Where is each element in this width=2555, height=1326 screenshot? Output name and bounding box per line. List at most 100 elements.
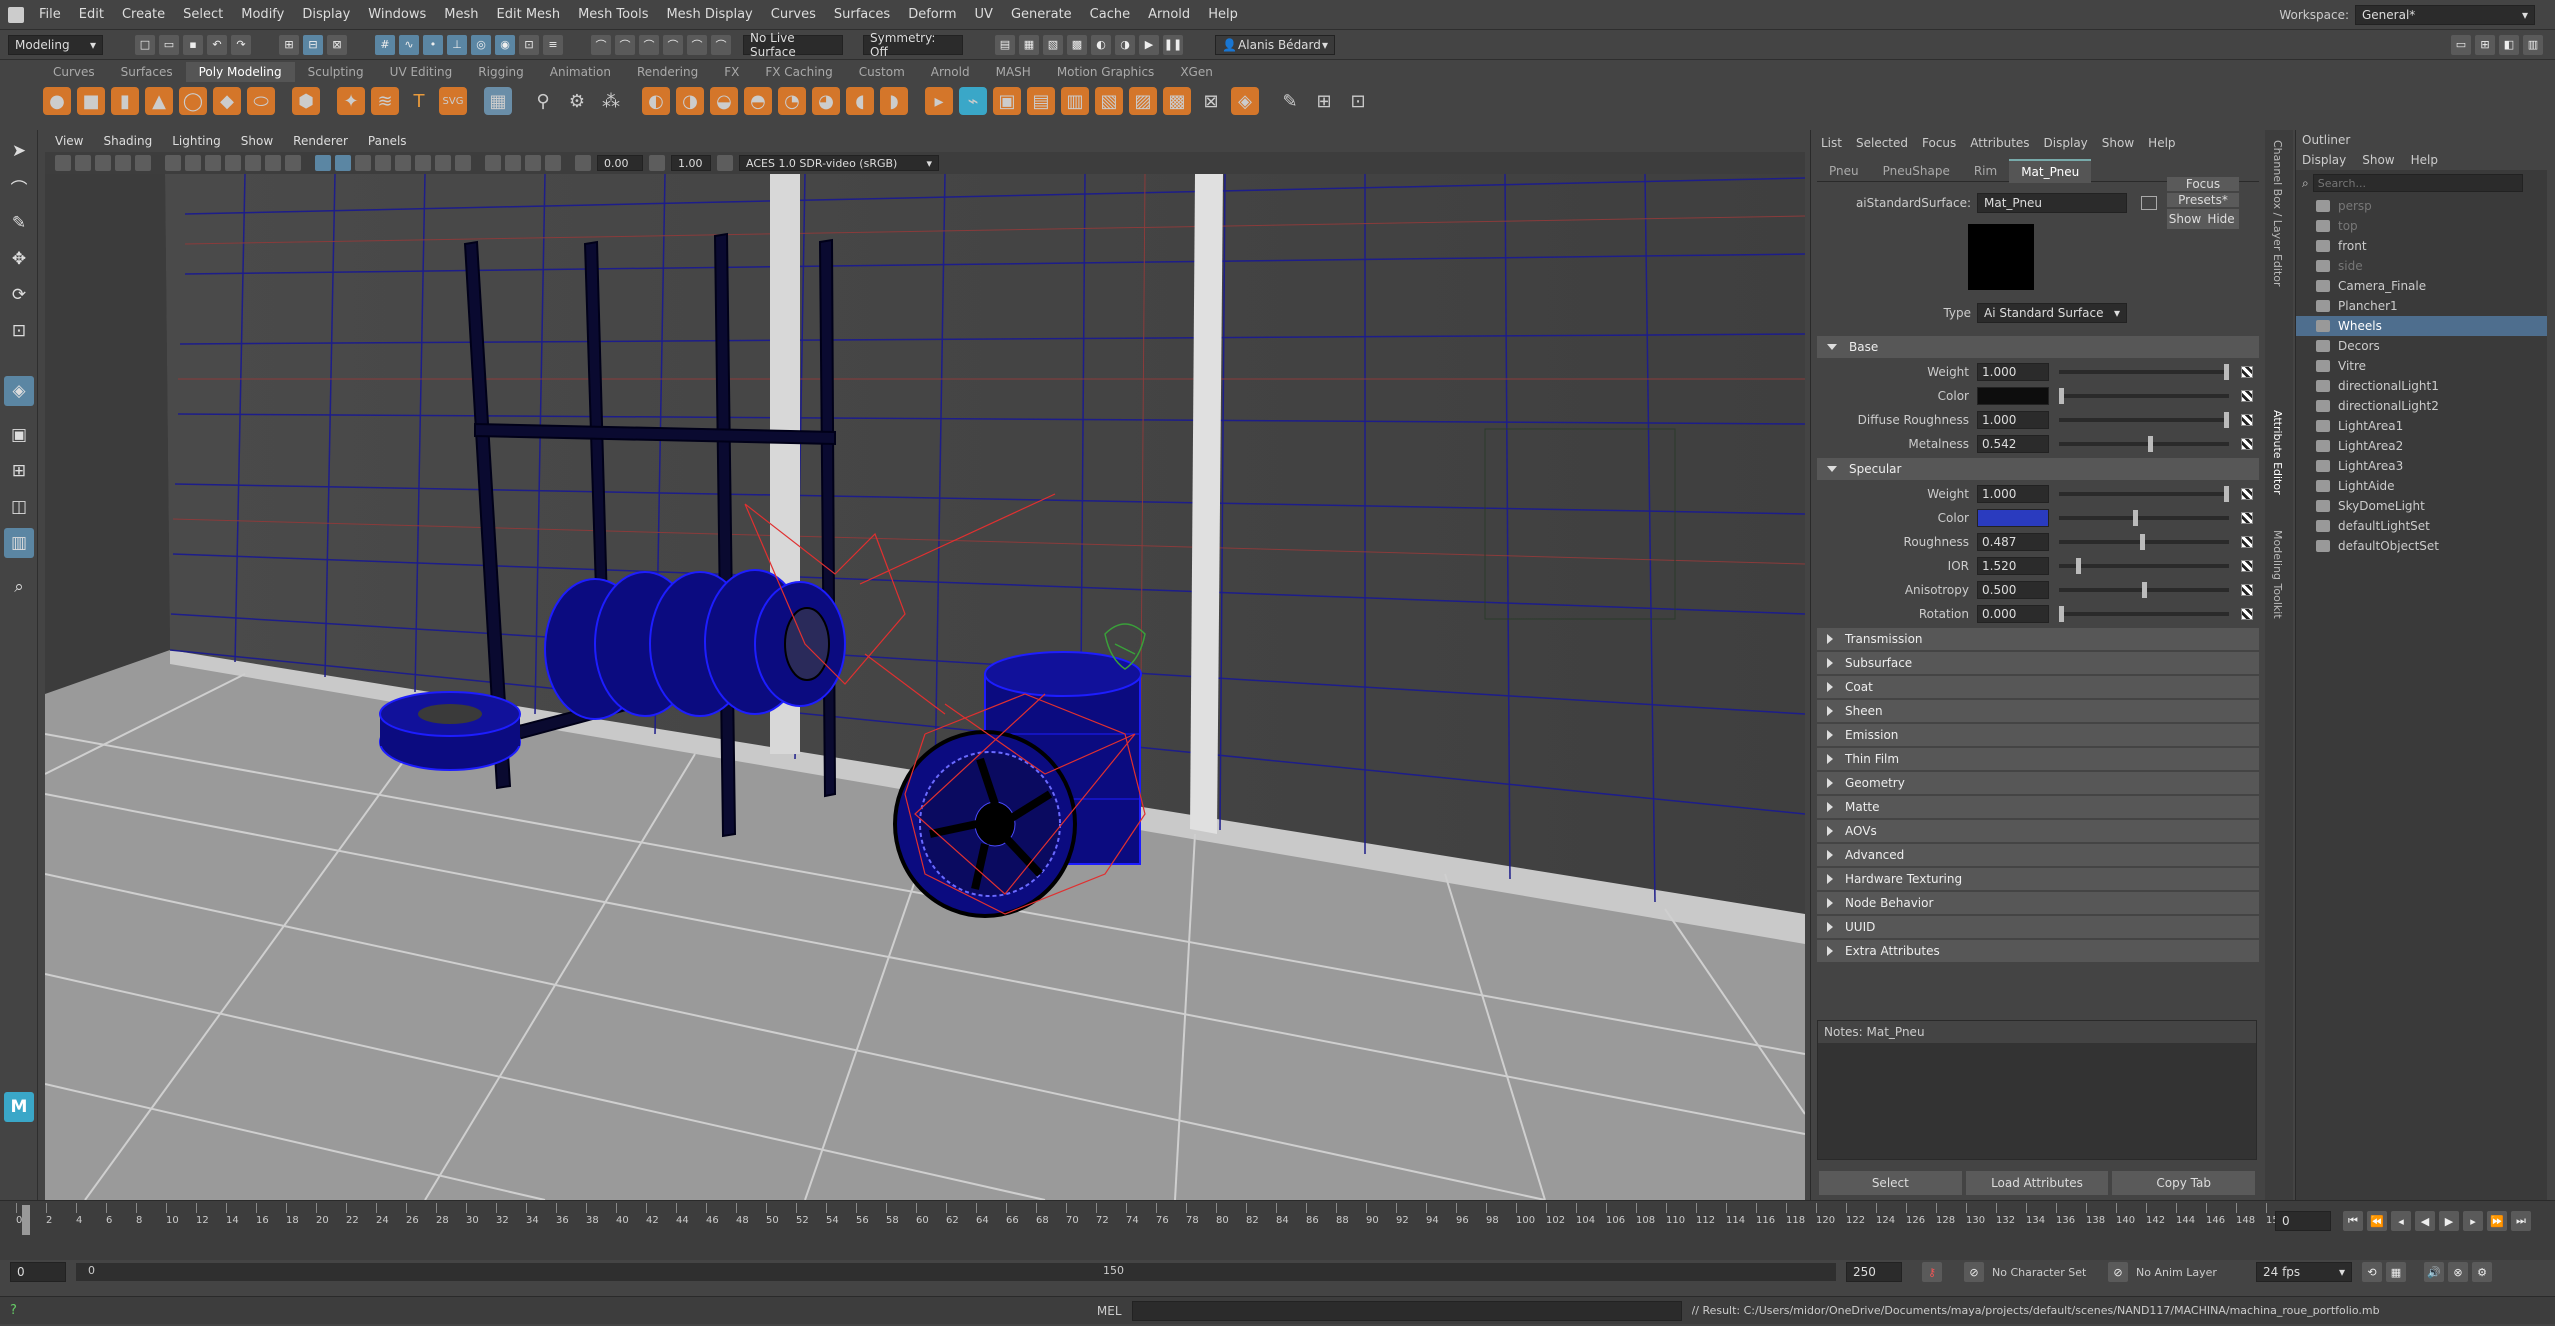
slider-handle[interactable] (2075, 558, 2081, 574)
shelf-tab-fx-caching[interactable]: FX Caching (752, 62, 845, 82)
map-button-icon[interactable] (2241, 536, 2253, 548)
section-transmission[interactable]: Transmission (1817, 628, 2259, 650)
anim-layer-value[interactable]: No Anim Layer (2136, 1266, 2236, 1279)
outliner-item[interactable]: Camera_Finale (2296, 276, 2547, 296)
separate-icon[interactable]: ⚙ (563, 87, 591, 115)
type-tool-icon[interactable]: T (405, 87, 433, 115)
search-icon[interactable]: ⌕ (4, 572, 34, 602)
render-view-icon[interactable]: ▤ (995, 34, 1015, 55)
menu-cache[interactable]: Cache (1081, 7, 1139, 22)
fill-hole-icon[interactable]: ◗ (880, 87, 908, 115)
hide-button[interactable]: Hide (2203, 209, 2239, 229)
poly-disc-icon[interactable]: ⬭ (247, 87, 275, 115)
svg-tool-icon[interactable]: SVG (439, 87, 467, 115)
outliner-item[interactable]: SkyDomeLight (2296, 496, 2547, 516)
super-shape-icon[interactable]: ≋ (371, 87, 399, 115)
menu-mesh-tools[interactable]: Mesh Tools (569, 7, 657, 22)
shelf-tab-xgen[interactable]: XGen (1167, 62, 1226, 82)
character-set-value[interactable]: No Character Set (1992, 1266, 2102, 1279)
view-transform-icon[interactable] (135, 155, 151, 171)
attr-slider[interactable] (2059, 412, 2229, 428)
gamma-icon[interactable] (649, 155, 665, 171)
side-tab-modeling-toolkit[interactable]: Modeling Toolkit (2271, 530, 2284, 640)
lasso-tool-icon[interactable]: ⌒ (4, 172, 34, 202)
slider-handle[interactable] (2059, 606, 2064, 622)
attr-menu-help[interactable]: Help (2148, 136, 2175, 150)
exposure-field[interactable]: 0.00 (597, 155, 643, 171)
map-button-icon[interactable] (2241, 608, 2253, 620)
step-back-key-icon[interactable]: ⏪ (2367, 1211, 2387, 1231)
attr-tab-rim[interactable]: Rim (1962, 160, 2009, 182)
snap-curve-icon[interactable]: ∿ (399, 34, 419, 55)
attr-slider[interactable] (2059, 558, 2229, 574)
slider-handle[interactable] (2059, 388, 2064, 404)
construction-history-icon[interactable]: ⌒ (591, 34, 611, 55)
outliner-item[interactable]: Vitre (2296, 356, 2547, 376)
exposure-icon[interactable] (575, 155, 591, 171)
render-settings-icon[interactable]: ⌒ (711, 34, 731, 55)
section-matte[interactable]: Matte (1817, 796, 2259, 818)
menu-generate[interactable]: Generate (1002, 7, 1081, 22)
shelf-tab-curves[interactable]: Curves (40, 62, 108, 82)
poly-sphere-icon[interactable]: ● (43, 87, 71, 115)
viewport-3d[interactable] (45, 174, 1805, 1200)
anim-layer-icon[interactable]: ⊘ (2108, 1262, 2128, 1282)
shelf-tab-motion-graphics[interactable]: Motion Graphics (1044, 62, 1168, 82)
scale-tool-icon[interactable]: ⊡ (4, 316, 34, 346)
bool-union-icon[interactable]: ◓ (744, 87, 772, 115)
film-gate-icon[interactable] (185, 155, 201, 171)
menu-windows[interactable]: Windows (359, 7, 435, 22)
append-polygon-icon[interactable]: ▸ (925, 87, 953, 115)
outliner-item[interactable]: Decors (2296, 336, 2547, 356)
target-weld-icon[interactable]: ▧ (1095, 87, 1123, 115)
attr-slider[interactable] (2059, 364, 2229, 380)
attr-menu-selected[interactable]: Selected (1856, 136, 1908, 150)
history-icon[interactable]: ≡ (543, 34, 563, 55)
outliner-item[interactable]: defaultLightSet (2296, 516, 2547, 536)
extrude-icon[interactable]: ◐ (642, 87, 670, 115)
bridge-icon[interactable]: ◑ (676, 87, 704, 115)
attr-slider[interactable] (2059, 510, 2229, 526)
loop-icon[interactable]: ⟲ (2362, 1262, 2382, 1282)
render-settings-window-icon[interactable]: ▩ (1067, 34, 1087, 55)
rotate-tool-icon[interactable]: ⟳ (4, 280, 34, 310)
render-frame-icon[interactable]: ⌒ (663, 34, 683, 55)
undo-icon[interactable]: ↶ (207, 34, 227, 55)
character-set-icon[interactable]: ⊘ (1964, 1262, 1984, 1282)
play-back-icon[interactable]: ◀ (2415, 1211, 2435, 1231)
snap-grid-icon[interactable]: # (375, 34, 395, 55)
section-aovs[interactable]: AOVs (1817, 820, 2259, 842)
outliner-item[interactable]: persp (2296, 196, 2547, 216)
move-tool-icon[interactable]: ✥ (4, 244, 34, 274)
reduce-icon[interactable]: ▦ (484, 87, 512, 115)
attr-value-field[interactable]: 0.000 (1977, 605, 2049, 623)
shelf-tab-surfaces[interactable]: Surfaces (108, 62, 186, 82)
field-chart-icon[interactable] (245, 155, 261, 171)
collapse-icon[interactable]: ▩ (1163, 87, 1191, 115)
time-slider[interactable]: 0 2 4 6 8 10 12 14 16 18 20 22 24 26 28 30 32 34 36 38 40 42 4… (0, 1200, 2555, 1260)
attr-menu-attributes[interactable]: Attributes (1970, 136, 2029, 150)
map-button-icon[interactable] (2241, 512, 2253, 524)
shadows-icon[interactable] (395, 155, 411, 171)
shelf-tab-poly-modeling[interactable]: Poly Modeling (185, 62, 295, 82)
quad-draw-icon[interactable]: ▥ (1061, 87, 1089, 115)
map-button-icon[interactable] (2241, 390, 2253, 402)
xray-joints-icon[interactable] (525, 155, 541, 171)
merge-icon[interactable]: ⊠ (1197, 87, 1225, 115)
outliner-item[interactable]: side (2296, 256, 2547, 276)
outliner-item[interactable]: LightArea2 (2296, 436, 2547, 456)
menu-display[interactable]: Display (293, 7, 359, 22)
section-sheen[interactable]: Sheen (1817, 700, 2259, 722)
section-specular[interactable]: Specular (1817, 458, 2259, 480)
shelf-tab-rigging[interactable]: Rigging (465, 62, 536, 82)
menu-edit-mesh[interactable]: Edit Mesh (488, 7, 570, 22)
viewport-menu-panels[interactable]: Panels (358, 134, 417, 148)
shelf-tab-fx[interactable]: FX (711, 62, 752, 82)
menu-set-dropdown[interactable]: Modeling ▾ (8, 34, 103, 55)
ipr-icon[interactable]: ⌒ (687, 34, 707, 55)
outliner-item[interactable]: defaultObjectSet (2296, 536, 2547, 556)
range-end-field[interactable]: 250 (1846, 1262, 1902, 1282)
node-name-field[interactable]: Mat_Pneu (1977, 193, 2127, 213)
shelf-tab-uv-editing[interactable]: UV Editing (377, 62, 466, 82)
open-scene-icon[interactable]: ▭ (159, 34, 179, 55)
